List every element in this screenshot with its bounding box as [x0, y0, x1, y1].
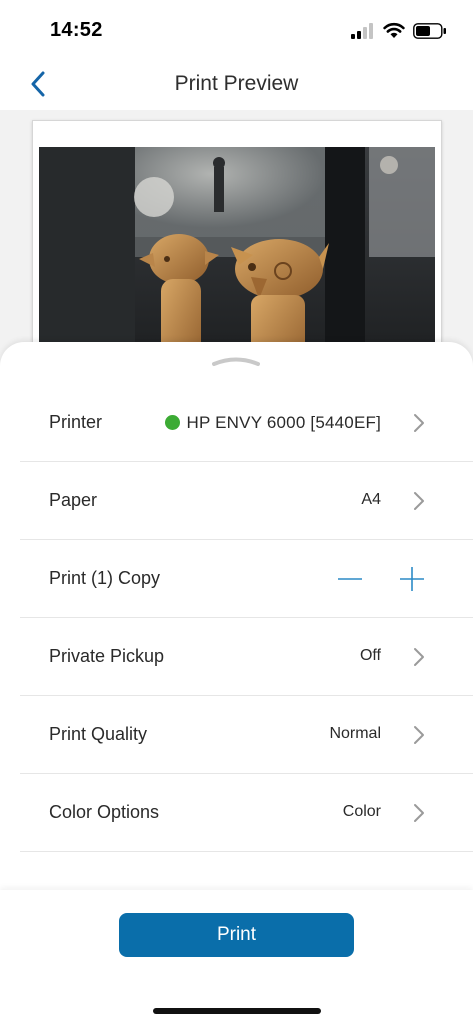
- drag-handle-icon: [212, 357, 260, 366]
- printer-value: HP ENVY 6000 [5440EF]: [164, 413, 381, 433]
- paper-row[interactable]: Paper A4: [20, 462, 473, 540]
- private-pickup-row[interactable]: Private Pickup Off: [20, 618, 473, 696]
- printer-row[interactable]: Printer HP ENVY 6000 [5440EF]: [20, 384, 473, 462]
- home-indicator[interactable]: [153, 1008, 321, 1014]
- print-quality-label: Print Quality: [49, 724, 148, 744]
- chevron-right-icon: [414, 804, 424, 822]
- preview-area: [0, 110, 473, 371]
- private-pickup-label: Private Pickup: [49, 646, 165, 666]
- status-bar: 14:52: [0, 0, 473, 60]
- color-options-label: Color Options: [49, 802, 160, 822]
- chevron-right-icon: [414, 726, 424, 744]
- nav-bar: Print Preview: [0, 60, 473, 110]
- printer-label: Printer: [49, 412, 103, 432]
- printer-status-dot: [164, 415, 180, 430]
- chevron-right-icon: [414, 414, 424, 432]
- preview-paper[interactable]: [32, 120, 442, 371]
- print-button[interactable]: Print: [119, 913, 354, 957]
- print-settings-sheet: Printer HP ENVY 6000 [5440EF] Paper A4 P…: [0, 342, 473, 890]
- preview-photo: [39, 147, 435, 371]
- private-pickup-value: Off: [359, 647, 381, 664]
- sheet-handle[interactable]: [212, 354, 260, 366]
- paper-value: A4: [361, 491, 381, 508]
- increase-copies-button[interactable]: [397, 564, 427, 594]
- chevron-right-icon: [414, 648, 424, 666]
- color-options-row[interactable]: Color Options Color: [20, 774, 473, 852]
- printer-name: HP ENVY 6000 [5440EF]: [186, 413, 381, 432]
- page-title: Print Preview: [174, 72, 299, 95]
- signal-icon: [351, 23, 373, 39]
- print-quality-value: Normal: [329, 725, 381, 742]
- color-options-value: Color: [342, 803, 381, 820]
- minus-icon: [338, 578, 362, 580]
- copies-label: Print (1) Copy: [49, 568, 161, 588]
- print-quality-row[interactable]: Print Quality Normal: [20, 696, 473, 774]
- copies-row: Print (1) Copy: [20, 540, 473, 618]
- paper-label: Paper: [49, 490, 98, 510]
- decrease-copies-button[interactable]: [335, 564, 365, 594]
- footer: Print: [0, 890, 473, 1024]
- battery-icon: [413, 23, 446, 39]
- plus-icon: [400, 567, 424, 591]
- wifi-icon: [383, 22, 405, 38]
- chevron-right-icon: [414, 492, 424, 510]
- status-time: 14:52: [50, 19, 103, 41]
